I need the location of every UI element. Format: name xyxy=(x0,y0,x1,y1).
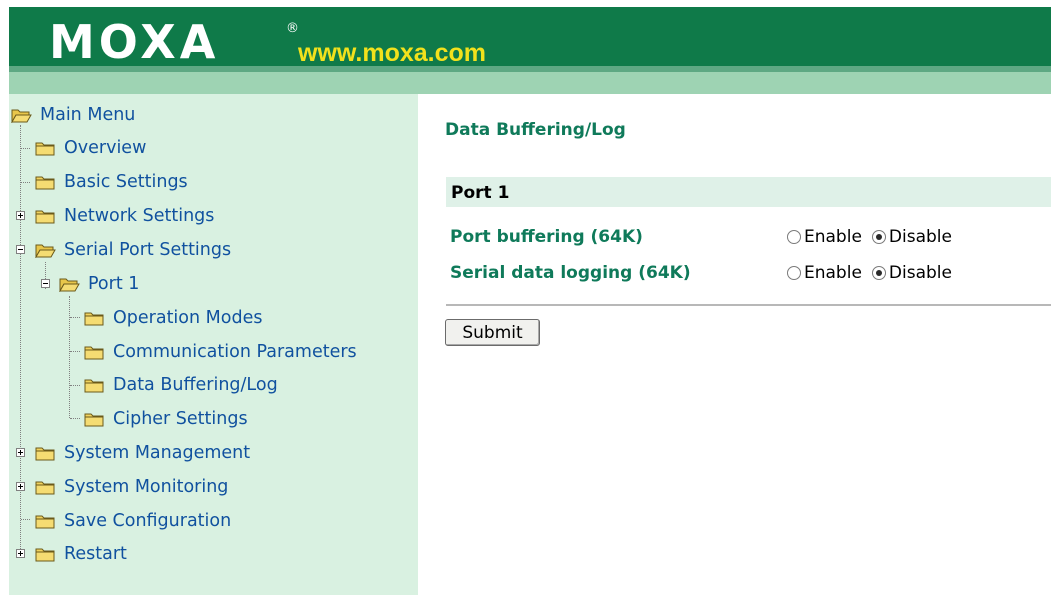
sidebar-item-label: Save Configuration xyxy=(64,511,232,531)
tree-line xyxy=(70,418,80,419)
divider xyxy=(446,304,1051,306)
port-buffering-disable-radio[interactable] xyxy=(871,230,886,244)
radio-label[interactable]: Disable xyxy=(889,263,952,283)
serial-data-logging-disable-radio[interactable] xyxy=(871,266,886,280)
open-folder-icon xyxy=(59,277,80,292)
sidebar-item-label: System Monitoring xyxy=(64,477,229,497)
sidebar-item-label: Communication Parameters xyxy=(113,342,357,362)
expand-system-management-icon[interactable] xyxy=(16,448,25,457)
tree-line xyxy=(70,351,80,352)
sidebar-item-label: System Management xyxy=(64,443,251,463)
open-folder-icon xyxy=(11,108,32,123)
sidebar-item-label: Basic Settings xyxy=(64,172,188,192)
folder-icon xyxy=(84,378,105,393)
folder-icon xyxy=(84,311,105,326)
header-banner: MOXA ® www.moxa.com xyxy=(9,7,1051,94)
port-buffering-radio-group: Enable Disable xyxy=(787,227,962,247)
expand-system-monitoring-icon[interactable] xyxy=(16,482,25,491)
sidebar-item-overview[interactable]: Overview xyxy=(35,133,146,163)
collapse-serial-port-settings-icon[interactable] xyxy=(16,245,25,254)
section-title: Port 1 xyxy=(451,183,510,203)
radio-label[interactable]: Disable xyxy=(889,227,952,247)
moxa-logo: MOXA xyxy=(49,15,220,69)
sidebar-item-serial-port-settings[interactable]: Serial Port Settings xyxy=(35,235,231,265)
radio-label[interactable]: Enable xyxy=(804,227,862,247)
port-buffering-enable-radio[interactable] xyxy=(787,230,801,244)
sidebar-item-label: Cipher Settings xyxy=(113,409,248,429)
folder-icon xyxy=(35,480,56,495)
registered-mark: ® xyxy=(286,21,299,36)
port-buffering-label: Port buffering (64K) xyxy=(450,227,643,247)
site-url: www.moxa.com xyxy=(298,39,487,67)
tree-line xyxy=(69,296,70,418)
radio-label[interactable]: Enable xyxy=(804,263,862,283)
page-title: Data Buffering/Log xyxy=(445,120,626,140)
folder-icon xyxy=(35,209,56,224)
folder-icon xyxy=(35,175,56,190)
folder-icon xyxy=(84,412,105,427)
expand-network-settings-icon[interactable] xyxy=(16,211,25,220)
sidebar-item-save-configuration[interactable]: Save Configuration xyxy=(35,506,231,536)
sidebar-item-label: Network Settings xyxy=(64,206,215,226)
sidebar-item-cipher-settings[interactable]: Cipher Settings xyxy=(84,404,248,434)
sidebar-item-label: Data Buffering/Log xyxy=(113,375,278,395)
sidebar-item-label: Port 1 xyxy=(88,274,140,294)
main-menu-sidebar: Main Menu Overview Basic Settings Networ… xyxy=(9,94,418,595)
open-folder-icon xyxy=(35,243,56,258)
serial-data-logging-radio-group: Enable Disable xyxy=(787,263,962,283)
sidebar-item-label: Restart xyxy=(64,544,127,564)
sidebar-item-communication-parameters[interactable]: Communication Parameters xyxy=(84,337,357,367)
tree-line xyxy=(21,519,30,520)
folder-icon xyxy=(84,345,105,360)
sidebar-item-system-monitoring[interactable]: System Monitoring xyxy=(35,472,228,502)
folder-icon xyxy=(35,446,56,461)
sidebar-item-label: Serial Port Settings xyxy=(64,240,232,260)
tree-line xyxy=(70,385,80,386)
sidebar-item-label: Main Menu xyxy=(40,105,136,125)
sidebar-item-label: Operation Modes xyxy=(113,308,263,328)
folder-icon xyxy=(35,547,56,562)
main-content: Data Buffering/Log Port 1 Port buffering… xyxy=(418,94,1051,595)
sidebar-item-basic-settings[interactable]: Basic Settings xyxy=(35,167,188,197)
tree-line xyxy=(70,317,80,318)
sidebar-item-operation-modes[interactable]: Operation Modes xyxy=(84,303,262,333)
folder-icon xyxy=(35,141,56,156)
sidebar-item-restart[interactable]: Restart xyxy=(35,539,127,569)
submit-button[interactable]: Submit xyxy=(445,319,540,346)
serial-data-logging-enable-radio[interactable] xyxy=(787,266,801,280)
sidebar-item-system-management[interactable]: System Management xyxy=(35,438,250,468)
serial-data-logging-label: Serial data logging (64K) xyxy=(450,263,691,283)
section-header: Port 1 xyxy=(446,177,1051,207)
sidebar-item-network-settings[interactable]: Network Settings xyxy=(35,201,214,231)
sidebar-item-main-menu[interactable]: Main Menu xyxy=(11,100,135,130)
sidebar-item-data-buffering-log[interactable]: Data Buffering/Log xyxy=(84,370,278,400)
sidebar-item-label: Overview xyxy=(64,138,147,158)
tree-line xyxy=(21,182,30,183)
expand-restart-icon[interactable] xyxy=(16,549,25,558)
tree-line xyxy=(21,148,30,149)
folder-icon xyxy=(35,514,56,529)
collapse-port-1-icon[interactable] xyxy=(41,279,50,288)
sidebar-item-port-1[interactable]: Port 1 xyxy=(59,269,139,299)
